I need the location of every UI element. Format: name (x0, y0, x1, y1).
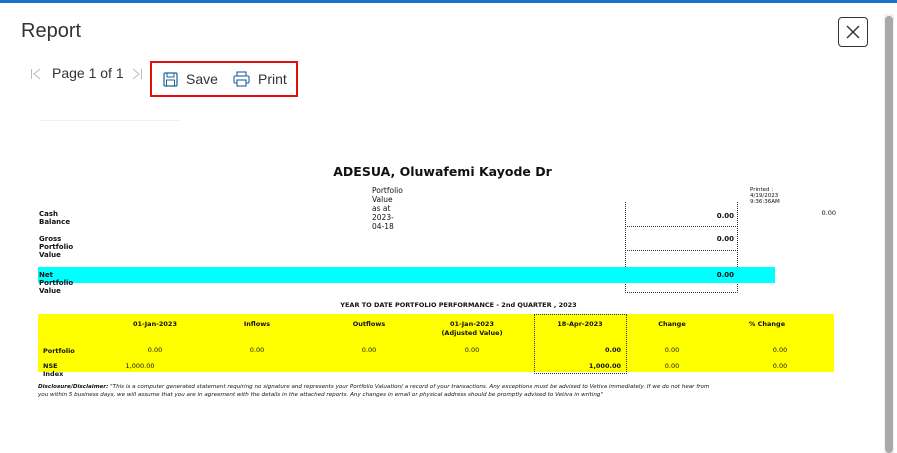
save-button[interactable]: Save (163, 71, 218, 87)
disclaimer-heading: Disclosure/Disclaimer: (38, 384, 109, 390)
net-value-value: 0.00 (716, 271, 734, 279)
row-label-portfolio: Portfolio (43, 347, 75, 355)
gross-value-label: Gross Portfolio Value (39, 235, 74, 259)
header-adjusted-note: (Adjusted Value) (441, 329, 503, 337)
first-page-icon (31, 68, 41, 80)
header-end-date: 18-Apr-2023 (557, 320, 603, 328)
table-cell: 0.00 (249, 346, 265, 354)
cash-balance-label: Cash Balance (39, 210, 71, 226)
table-cell: 0.00 (464, 346, 480, 354)
client-name: ADESUA, Oluwafemi Kayode Dr (333, 164, 552, 179)
dialog-title: Report (21, 20, 82, 42)
table-cell: 0.00 (772, 362, 788, 370)
summary-divider (625, 226, 736, 227)
print-button[interactable]: Print (233, 71, 287, 87)
header-start-date: 01-Jan-2023 (133, 320, 177, 328)
row-label-nse-index: NSE Index (43, 362, 64, 378)
save-icon (163, 71, 178, 87)
header-outflows: Outflows (352, 320, 386, 328)
last-page-icon (132, 68, 142, 80)
net-value-bar (38, 267, 775, 283)
print-icon (233, 71, 250, 87)
table-cell: 0.00 (604, 346, 621, 354)
divider (40, 120, 180, 121)
scrollbar-thumb[interactable] (885, 16, 893, 453)
print-label: Print (258, 71, 287, 87)
header-inflows: Inflows (243, 320, 271, 328)
header-change: Change (658, 320, 686, 328)
table-cell: 0.00 (664, 362, 680, 370)
header-adjusted-date: 01-Jan-2023 (450, 320, 494, 328)
printed-timestamp: Printed : 4/19/2023 9:36:36AM (750, 187, 780, 205)
summary-divider (625, 250, 736, 251)
gross-value-value: 0.00 (716, 235, 734, 243)
side-value: 0.00 (821, 209, 836, 217)
cash-balance-value: 0.00 (716, 212, 734, 220)
table-cell: 0.00 (361, 346, 377, 354)
table-cell: 0.00 (147, 346, 163, 354)
page-indicator: Page 1 of 1 (52, 65, 124, 81)
last-page-button[interactable] (131, 67, 143, 85)
close-button[interactable] (838, 17, 868, 47)
report-subtitle: Portfolio Value as at 2023-04-18 (372, 186, 403, 231)
top-accent-bar (0, 0, 897, 3)
table-cell: 0.00 (664, 346, 680, 354)
header-pct-change: % Change (748, 320, 786, 328)
close-icon (846, 25, 860, 39)
disclaimer: Disclosure/Disclaimer: "This is a comput… (38, 383, 718, 399)
table-cell: 0.00 (772, 346, 788, 354)
first-page-button[interactable] (30, 67, 42, 85)
net-value-label: Net Portfolio Value (39, 271, 74, 295)
performance-title: YEAR TO DATE PORTFOLIO PERFORMANCE - 2nd… (340, 301, 577, 309)
disclaimer-text: "This is a computer generated statement … (38, 384, 710, 398)
save-label: Save (186, 71, 218, 87)
table-cell: 1,000.00 (588, 362, 621, 370)
table-cell: 1,000.00 (125, 362, 155, 370)
